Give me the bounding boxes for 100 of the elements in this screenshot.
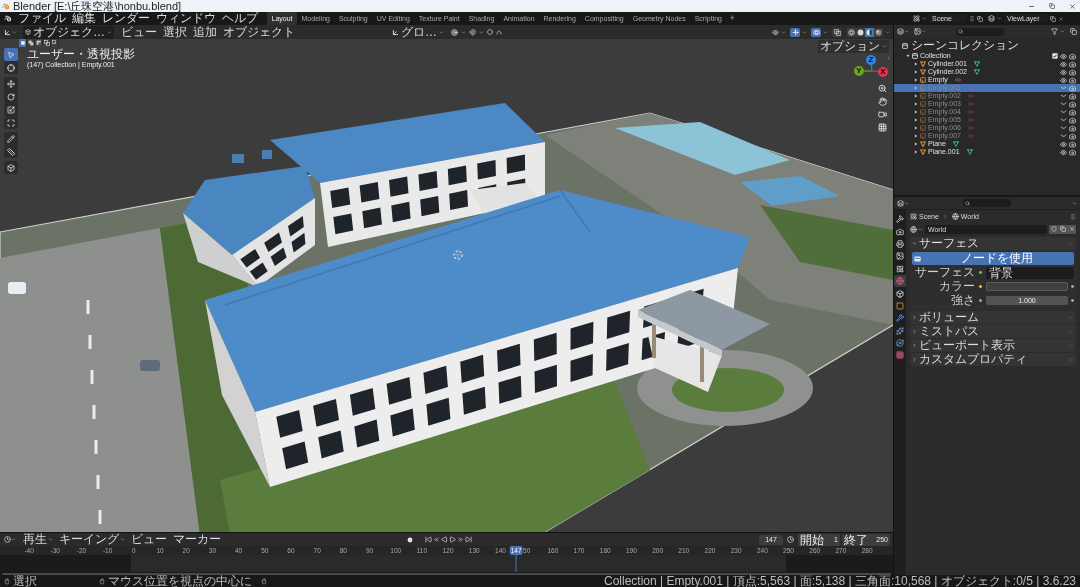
image-icon[interactable] (914, 28, 921, 35)
properties-tab[interactable] (894, 213, 906, 226)
shading-mode-button[interactable] (865, 27, 874, 37)
options-dropdown[interactable]: オプション (818, 40, 889, 53)
close-icon[interactable] (1058, 15, 1064, 22)
atom-icon[interactable] (913, 15, 920, 22)
closed-eye-icon[interactable] (1060, 102, 1067, 106)
checked-checkbox-icon[interactable] (1052, 53, 1058, 59)
closed-eye-icon[interactable] (1060, 110, 1067, 114)
tool-button[interactable] (4, 77, 18, 90)
shading-mode-button[interactable] (856, 27, 865, 37)
eye-icon[interactable] (1060, 76, 1067, 84)
copy-icon[interactable] (977, 15, 983, 22)
camera-icon[interactable] (1069, 100, 1076, 108)
panel-header[interactable]: サーフェス (910, 237, 1076, 250)
menu-item[interactable]: ファイル (15, 12, 69, 25)
disclosure-triangle-icon[interactable] (906, 54, 910, 58)
skip-forward-icon[interactable] (465, 536, 472, 543)
tool-button[interactable] (4, 132, 18, 145)
search-field[interactable] (956, 27, 1004, 36)
menu-item[interactable]: 選択 (160, 25, 190, 39)
pivot-icon[interactable] (451, 28, 458, 36)
restore-icon[interactable] (1049, 3, 1055, 9)
closed-eye-icon[interactable] (1060, 94, 1067, 98)
eye-icon[interactable] (1060, 60, 1067, 68)
toggle-button[interactable] (790, 27, 800, 37)
layers-icon[interactable] (897, 28, 904, 35)
use-nodes-button[interactable]: ノードを使用 (912, 252, 1074, 265)
orientation-dropdown[interactable]: グロ… (392, 25, 444, 39)
properties-tab[interactable] (894, 336, 906, 350)
color-swatch[interactable] (986, 282, 1068, 291)
zoom-icon[interactable] (878, 84, 887, 93)
panel-header[interactable]: ミストパス (910, 325, 1076, 338)
add-workspace-button[interactable]: + (726, 12, 738, 25)
closed-eye-icon[interactable] (1060, 134, 1067, 138)
camera-icon[interactable] (1069, 108, 1076, 116)
closed-eye-icon[interactable] (1060, 126, 1067, 130)
video-camera-icon[interactable] (878, 110, 887, 119)
unlink-button[interactable] (1067, 224, 1076, 234)
record-dot-icon[interactable] (407, 536, 413, 543)
menu-item[interactable]: 再生 (20, 533, 56, 546)
play-icon[interactable] (449, 536, 456, 543)
keyframe-dot-icon[interactable] (1071, 285, 1074, 288)
disclosure-triangle-icon[interactable] (914, 102, 918, 106)
eye-icon[interactable] (1060, 140, 1067, 148)
toggle-button[interactable] (832, 27, 842, 37)
properties-tab[interactable] (894, 324, 906, 337)
socket-dot-icon[interactable] (978, 298, 983, 303)
eye-icon[interactable] (1060, 68, 1067, 76)
camera-icon[interactable] (1069, 76, 1076, 84)
disclosure-triangle-icon[interactable] (914, 62, 918, 66)
circle-icon[interactable] (487, 29, 493, 35)
disclosure-triangle-icon[interactable] (914, 142, 918, 146)
double-chevron-right-icon[interactable] (457, 536, 464, 543)
shading-mode-button[interactable] (847, 27, 856, 37)
disclosure-triangle-icon[interactable] (914, 118, 918, 122)
camera-icon[interactable] (1069, 132, 1076, 140)
tool-button[interactable] (4, 161, 18, 174)
menu-item[interactable]: ビュー (128, 533, 170, 546)
editor-type-button[interactable] (4, 28, 17, 36)
disclosure-triangle-icon[interactable] (914, 110, 918, 114)
menu-item[interactable]: 追加 (190, 25, 220, 39)
properties-tab[interactable] (894, 312, 906, 325)
scrollbar[interactable] (0, 572, 893, 575)
socket-dot-icon[interactable] (978, 284, 983, 289)
camera-icon[interactable] (1069, 52, 1076, 60)
toggle-button[interactable] (811, 27, 821, 37)
properties-tab[interactable] (894, 287, 906, 300)
copy-icon[interactable] (1050, 15, 1056, 22)
search-field[interactable] (963, 199, 1011, 207)
menu-item[interactable]: ビュー (118, 25, 160, 39)
menu-item[interactable]: マーカー (170, 533, 224, 546)
eye-icon[interactable] (772, 28, 779, 36)
duplicate-button[interactable] (1058, 224, 1067, 234)
tool-button[interactable] (4, 103, 18, 116)
shader-dropdown[interactable]: 背景 (986, 266, 1074, 279)
falloff-curve-icon[interactable] (496, 29, 502, 35)
panel-header[interactable]: ボリューム (910, 311, 1076, 324)
mode-dropdown[interactable]: オブジェク… (23, 25, 114, 39)
camera-icon[interactable] (1069, 140, 1076, 148)
panel-header[interactable]: カスタムプロパティ (910, 353, 1076, 366)
eye-icon[interactable] (1060, 52, 1067, 60)
camera-icon[interactable] (1069, 124, 1076, 132)
double-chevron-left-icon[interactable] (433, 536, 440, 543)
properties-tab[interactable] (894, 262, 906, 275)
menu-item[interactable]: レンダー (99, 12, 153, 25)
camera-icon[interactable] (1069, 148, 1076, 156)
disclosure-triangle-icon[interactable] (914, 150, 918, 154)
tool-button[interactable] (4, 116, 18, 129)
pin-icon[interactable] (969, 15, 975, 22)
outliner-item[interactable]: シーンコレクション (894, 39, 1080, 52)
hand-icon[interactable] (878, 97, 887, 106)
copy-icon[interactable] (1070, 28, 1077, 35)
filter-icon[interactable] (1051, 28, 1058, 35)
world-browse-button[interactable] (910, 225, 923, 233)
fake-user-button[interactable] (1049, 224, 1058, 234)
magnet-icon[interactable] (469, 28, 476, 36)
socket-dot-icon[interactable] (978, 270, 983, 275)
layers-icon[interactable] (988, 15, 995, 22)
panel-header[interactable]: ビューポート表示 (910, 339, 1076, 352)
